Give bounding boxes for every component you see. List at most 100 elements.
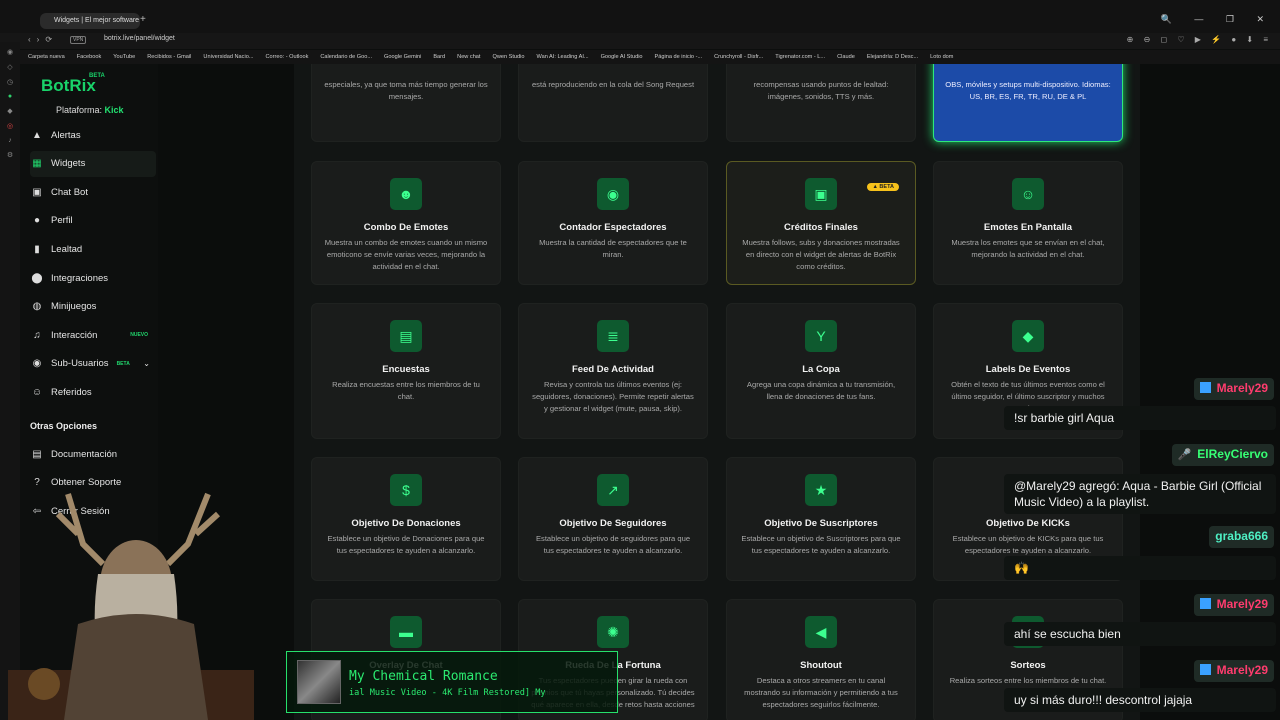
extension-icons[interactable]: ⊕ ⊖ ◻ ♡ ▶ ⚡ ● ⬇ ≡ (1127, 35, 1272, 44)
bookmark-item[interactable]: Qwen Studio (492, 50, 524, 64)
bookmark-item[interactable]: Google Gemini (384, 50, 421, 64)
integrations-icon: ⬤ (31, 272, 43, 284)
widget-card-feed-de-actividad[interactable]: ≣ Feed De Actividad Revisa y controla tus … (518, 303, 708, 439)
streamer-avatar-overlay (8, 492, 254, 720)
widget-description: Establece un objetivo de seguidores para… (535, 534, 691, 555)
sidebar-item-integraciones[interactable]: ⬤ Integraciones (30, 265, 156, 291)
bookmark-item[interactable]: Calendario de Goo... (320, 50, 372, 64)
bookmark-item[interactable]: Wan AI: Leading AI... (537, 50, 589, 64)
window-controls[interactable]: 🔍 — ❐ ✕ (1161, 14, 1274, 25)
sidebar-item-interacci-n[interactable]: ♫ Interacción NUEVO (30, 322, 156, 348)
widget-title: Encuestas (382, 364, 430, 375)
widget-title: Objetivo De KICKs (986, 518, 1070, 529)
sidebar-item-label: Documentación (51, 448, 118, 460)
widget-card-objetivo-de-donaciones[interactable]: $ Objetivo De Donaciones Establece un obje… (311, 457, 501, 581)
discord-icon[interactable]: ◆ (7, 107, 12, 115)
widget-description: Destaca a otros streamers en tu canal mo… (744, 676, 898, 709)
sidebar-item-label: Integraciones (51, 272, 109, 284)
chat-message: uy si más duro!!! descontrol jajaja (1004, 688, 1276, 712)
bookmark-item[interactable]: Página de inicio -... (655, 50, 703, 64)
whatsapp-icon[interactable]: ● (8, 93, 12, 100)
sidebar-item-perfil[interactable]: ● Perfil (30, 208, 156, 234)
widget-description: Agrega una copa dinámica a tu transmisió… (746, 380, 896, 401)
browser-tab[interactable]: Widgets | El mejor software (40, 13, 140, 29)
widget-card-la-copa[interactable]: Y La Copa Agrega una copa dinámica a tu tr… (726, 303, 916, 439)
widget-card[interactable]: está reproduciendo en la cola del Song R… (518, 64, 708, 142)
botrix-logo[interactable]: BotRix (41, 76, 96, 96)
bookmark-item[interactable]: Google AI Studio (601, 50, 643, 64)
widget-card[interactable]: especiales, ya que toma más tiempo gener… (311, 64, 501, 142)
bookmark-item[interactable]: Claude (837, 50, 855, 64)
bookmark-icon[interactable]: ◇ (7, 63, 12, 71)
sidebar-item-lealtad[interactable]: ▮ Lealtad (30, 236, 156, 262)
bookmark-item[interactable]: Recibidos - Gmail (147, 50, 191, 64)
loyalty-icon: ▮ (34, 243, 40, 255)
bookmark-item[interactable]: Correo: - Outlook (265, 50, 308, 64)
widget-title: Feed De Actividad (571, 364, 654, 375)
sidebar-badge: NUEVO (130, 332, 148, 339)
platform-value: Kick (104, 105, 124, 115)
sidebar-badge: BETA (116, 360, 130, 367)
widget-card-objetivo-de-seguidores[interactable]: ↗ Objetivo De Seguidores Establece un obje… (518, 457, 708, 581)
emoji-icon: ☺ (1012, 178, 1044, 210)
beta-badge: ▲ BETA (867, 183, 899, 191)
history-icon[interactable]: ◷ (7, 78, 13, 86)
url-field[interactable]: botrix.live/panel/widget (104, 35, 175, 42)
smile-icon: ☻ (390, 178, 422, 210)
megaphone-icon: ◀ (805, 616, 837, 648)
chevron-down-icon[interactable]: ⌄ (143, 359, 150, 368)
list-icon: ≣ (597, 320, 629, 352)
tiktok-icon[interactable]: ♪ (8, 137, 12, 144)
widget-description: Establece un objetivo de Suscriptores pa… (741, 534, 901, 555)
bookmark-item[interactable]: Facebook (77, 50, 102, 64)
sidebar-item-documentaci-n[interactable]: ▤ Documentación (30, 441, 156, 467)
sidebar-item-widgets[interactable]: ▦ Widgets (30, 150, 156, 177)
widget-card-emotes-en-pantalla[interactable]: ☺ Emotes En Pantalla Muestra los emotes qu… (933, 161, 1123, 285)
nav-buttons[interactable]: ‹›⟳ (28, 35, 58, 44)
new-tab-icon[interactable]: + (140, 14, 150, 26)
chat-username: 🎤 ElReyCiervo (1171, 444, 1274, 466)
widget-card-cr-ditos-finales[interactable]: ▣ Créditos Finales Muestra follows, subs y… (726, 161, 916, 285)
eye-icon: ◉ (597, 178, 629, 210)
bookmark-item[interactable]: Elejandría: D Desc... (867, 50, 918, 64)
bookmark-item[interactable]: New chat (457, 50, 480, 64)
sidebar-item-chat-bot[interactable]: ▣ Chat Bot (30, 179, 156, 205)
chat-username: graba666 (1209, 526, 1274, 548)
bookmark-item[interactable]: Carpeta nueva (28, 50, 65, 64)
profile-icon: ● (33, 215, 41, 227)
chat-message: @Marely29 agregó: Aqua - Barbie Girl (Of… (1004, 474, 1276, 514)
sidebar-item-alertas[interactable]: ▲ Alertas (30, 122, 156, 148)
sidebar-item-minijuegos[interactable]: ◍ Minijuegos (30, 294, 156, 320)
chat-username-text: Marely29 (1216, 663, 1268, 677)
bookmark-item[interactable]: YouTube (113, 50, 135, 64)
bookmark-item[interactable]: Crunchyroll - Disfr... (714, 50, 763, 64)
widget-card-objetivo-de-suscriptores[interactable]: ★ Objetivo De Suscriptores Establece un ob… (726, 457, 916, 581)
widget-card[interactable]: OBS, móviles y setups multi-dispositivo.… (933, 64, 1123, 142)
home-icon[interactable]: ◉ (7, 48, 13, 56)
sidebar-item-label: Chat Bot (51, 186, 88, 198)
microphone-icon: 🎤 (1177, 449, 1192, 461)
widget-card-encuestas[interactable]: ▤ Encuestas Realiza encuestas entre los mi… (311, 303, 501, 439)
widget-card-shoutout[interactable]: ◀ Shoutout Destaca a otros streamers en tu… (726, 599, 916, 720)
instagram-icon[interactable]: ◎ (7, 122, 13, 130)
sidebar-item-referidos[interactable]: ☺ Referidos (30, 379, 156, 405)
bookmark-item[interactable]: Universidad Nacio... (203, 50, 253, 64)
alert-icon: ▲ (32, 129, 42, 141)
sidebar-item-label: Lealtad (51, 243, 83, 255)
other-options-heading: Otras Opciones (30, 421, 98, 431)
sidebar-item-label: Referidos (51, 386, 92, 398)
widget-card[interactable]: recompensas usando puntos de lealtad: im… (726, 64, 916, 142)
chat-username-text: ElReyCiervo (1197, 447, 1268, 461)
widget-card-combo-de-emotes[interactable]: ☻ Combo De Emotes Muestra un combo de emot… (311, 161, 501, 285)
bookmark-item[interactable]: Tigrenator.com - L... (775, 50, 825, 64)
chat-username: Marely29 (1193, 594, 1274, 616)
settings-icon[interactable]: ⚙ (7, 151, 13, 159)
bookmark-item[interactable]: Loto dom (930, 50, 953, 64)
bookmark-item[interactable]: Bard (433, 50, 445, 64)
sidebar-item-label: Perfil (51, 215, 73, 227)
sidebar-item-sub-usuarios[interactable]: ◉ Sub-Usuarios BETA ⌄ (30, 351, 156, 377)
widget-card-contador-espectadores[interactable]: ◉ Contador Espectadores Muestra la cantida… (518, 161, 708, 285)
widget-title: Emotes En Pantalla (983, 222, 1073, 233)
widget-title: La Copa (802, 364, 840, 375)
vpn-badge[interactable]: VPN (70, 36, 87, 44)
